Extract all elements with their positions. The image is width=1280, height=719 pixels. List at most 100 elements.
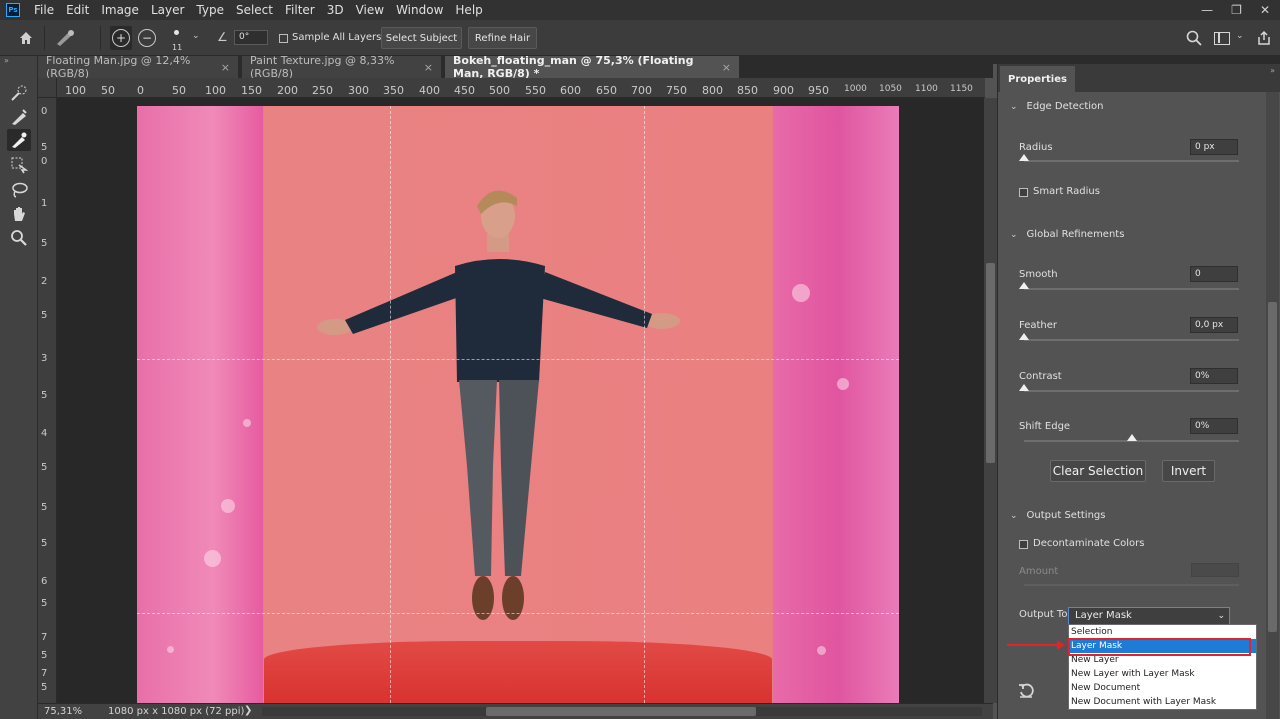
contract-minus-icon[interactable]: − bbox=[138, 29, 156, 47]
canvas-vertical-scrollbar[interactable] bbox=[984, 98, 997, 703]
tab-close-icon[interactable]: × bbox=[424, 61, 433, 74]
shift-edge-slider[interactable] bbox=[1024, 434, 1239, 442]
close-icon[interactable]: ✕ bbox=[1260, 3, 1270, 17]
hand-tool-icon[interactable] bbox=[7, 203, 31, 225]
zoom-tool-icon[interactable] bbox=[7, 227, 31, 249]
option-new-document[interactable]: New Document bbox=[1069, 681, 1256, 695]
ruler-tick: 850 bbox=[737, 84, 758, 97]
option-selection[interactable]: Selection bbox=[1069, 625, 1256, 639]
contrast-input[interactable]: 0% bbox=[1190, 368, 1238, 384]
select-value: Layer Mask bbox=[1075, 610, 1132, 621]
tab-close-icon[interactable]: × bbox=[722, 61, 731, 74]
workspace-chevron-icon[interactable]: ⌄ bbox=[1236, 31, 1244, 41]
panel-dock-strip bbox=[993, 56, 1280, 64]
ruler-tick: 5 bbox=[41, 462, 48, 473]
menu-view[interactable]: View bbox=[350, 0, 390, 20]
ruler-corner bbox=[38, 78, 57, 98]
zoom-level[interactable]: 75,31% bbox=[44, 706, 82, 717]
share-icon[interactable] bbox=[1256, 30, 1272, 46]
menu-select[interactable]: Select bbox=[230, 0, 279, 20]
window-controls: — ❐ ✕ bbox=[1201, 0, 1270, 20]
smart-radius-checkbox[interactable] bbox=[1019, 188, 1028, 197]
ruler-tick: 6 bbox=[41, 576, 48, 587]
edge-detection-header[interactable]: ⌄ Edge Detection bbox=[1010, 101, 1103, 112]
tab-close-icon[interactable]: × bbox=[221, 61, 230, 74]
menu-window[interactable]: Window bbox=[390, 0, 449, 20]
workspace-icon[interactable] bbox=[1214, 32, 1230, 45]
status-menu-arrow-icon[interactable]: ❯ bbox=[244, 705, 252, 716]
panel-collapse-icon[interactable]: » bbox=[1270, 66, 1275, 75]
toolbar-collapse-icon[interactable]: » bbox=[4, 56, 9, 65]
scroll-thumb[interactable] bbox=[486, 707, 756, 716]
global-refinements-header[interactable]: ⌄ Global Refinements bbox=[1010, 229, 1124, 240]
invert-button[interactable]: Invert bbox=[1162, 460, 1215, 482]
select-subject-button[interactable]: Select Subject bbox=[381, 27, 462, 49]
bokeh-bubble bbox=[792, 284, 810, 302]
contrast-slider[interactable] bbox=[1019, 384, 1239, 392]
decontaminate-colors-checkbox[interactable] bbox=[1019, 540, 1028, 549]
horizontal-scrollbar[interactable] bbox=[262, 707, 982, 716]
ruler-tick: 7 bbox=[41, 632, 48, 643]
sample-all-layers-checkbox[interactable] bbox=[279, 34, 288, 43]
ruler-tick: 600 bbox=[560, 84, 581, 97]
slider-thumb[interactable] bbox=[1019, 282, 1029, 289]
smooth-input[interactable]: 0 bbox=[1190, 266, 1238, 282]
lasso-tool-icon[interactable] bbox=[7, 179, 31, 201]
search-icon[interactable] bbox=[1186, 30, 1202, 46]
bokeh-bubble bbox=[817, 646, 826, 655]
panel-vertical-scrollbar[interactable] bbox=[1266, 92, 1279, 719]
radius-slider[interactable] bbox=[1019, 154, 1239, 162]
properties-tab[interactable]: Properties bbox=[1000, 66, 1075, 92]
menu-help[interactable]: Help bbox=[449, 0, 488, 20]
menu-filter[interactable]: Filter bbox=[279, 0, 321, 20]
chevron-down-icon[interactable]: ⌄ bbox=[192, 31, 200, 41]
ruler-tick: 7 bbox=[41, 668, 48, 679]
menu-type[interactable]: Type bbox=[190, 0, 230, 20]
angle-input[interactable]: 0° bbox=[234, 30, 268, 45]
document-canvas[interactable] bbox=[137, 106, 899, 703]
clear-selection-button[interactable]: Clear Selection bbox=[1050, 460, 1146, 482]
canvas-workspace[interactable] bbox=[57, 98, 985, 703]
reset-icon[interactable] bbox=[1018, 683, 1034, 699]
options-bar: + − 11 ⌄ ∠ 0° Sample All Layers Select S… bbox=[0, 20, 1280, 56]
tab-floating-man[interactable]: Floating Man.jpg @ 12,4% (RGB/8) × bbox=[38, 54, 238, 80]
smooth-slider[interactable] bbox=[1019, 282, 1239, 290]
quick-selection-tool-icon[interactable] bbox=[7, 82, 31, 104]
output-settings-header[interactable]: ⌄ Output Settings bbox=[1010, 510, 1105, 521]
option-new-layer-with-layer-mask[interactable]: New Layer with Layer Mask bbox=[1069, 667, 1256, 681]
slider-thumb[interactable] bbox=[1126, 434, 1137, 441]
menu-layer[interactable]: Layer bbox=[145, 0, 190, 20]
menu-edit[interactable]: Edit bbox=[60, 0, 95, 20]
menu-3d[interactable]: 3D bbox=[321, 0, 350, 20]
restore-icon[interactable]: ❐ bbox=[1231, 3, 1242, 17]
output-to-label: Output To bbox=[1019, 609, 1068, 620]
brush-tool-icon[interactable] bbox=[7, 129, 31, 151]
menu-file[interactable]: File bbox=[28, 0, 60, 20]
ruler-tick: 1150 bbox=[950, 84, 973, 94]
brush-size-value: 11 bbox=[172, 43, 183, 52]
output-to-select[interactable]: Layer Mask ⌄ bbox=[1068, 607, 1230, 625]
slider-thumb[interactable] bbox=[1019, 154, 1029, 161]
radius-input[interactable]: 0 px bbox=[1190, 139, 1238, 155]
menu-image[interactable]: Image bbox=[95, 0, 145, 20]
option-new-document-with-layer-mask[interactable]: New Document with Layer Mask bbox=[1069, 695, 1256, 709]
sample-all-layers-label: Sample All Layers bbox=[292, 32, 382, 43]
refine-edge-brush-tool-icon[interactable] bbox=[7, 106, 31, 128]
brush-preset-icon[interactable] bbox=[54, 29, 76, 47]
refine-hair-button[interactable]: Refine Hair bbox=[468, 27, 537, 49]
minimize-icon[interactable]: — bbox=[1201, 3, 1213, 17]
tab-paint-texture[interactable]: Paint Texture.jpg @ 8,33% (RGB/8) × bbox=[242, 54, 441, 80]
ruler-tick: 900 bbox=[773, 84, 794, 97]
scroll-thumb[interactable] bbox=[1268, 302, 1277, 632]
object-selection-tool-icon[interactable] bbox=[7, 154, 31, 176]
slider-thumb[interactable] bbox=[1019, 333, 1029, 340]
scroll-thumb[interactable] bbox=[986, 263, 995, 463]
feather-slider[interactable] bbox=[1019, 333, 1239, 341]
ruler-tick: 400 bbox=[419, 84, 440, 97]
home-icon[interactable] bbox=[18, 30, 34, 46]
expand-plus-icon[interactable]: + bbox=[112, 29, 130, 47]
shift-edge-input[interactable]: 0% bbox=[1190, 418, 1238, 434]
slider-thumb[interactable] bbox=[1019, 384, 1029, 391]
feather-input[interactable]: 0,0 px bbox=[1190, 317, 1238, 333]
tab-bokeh-floating-man[interactable]: Bokeh_floating_man @ 75,3% (Floating Man… bbox=[445, 54, 739, 80]
